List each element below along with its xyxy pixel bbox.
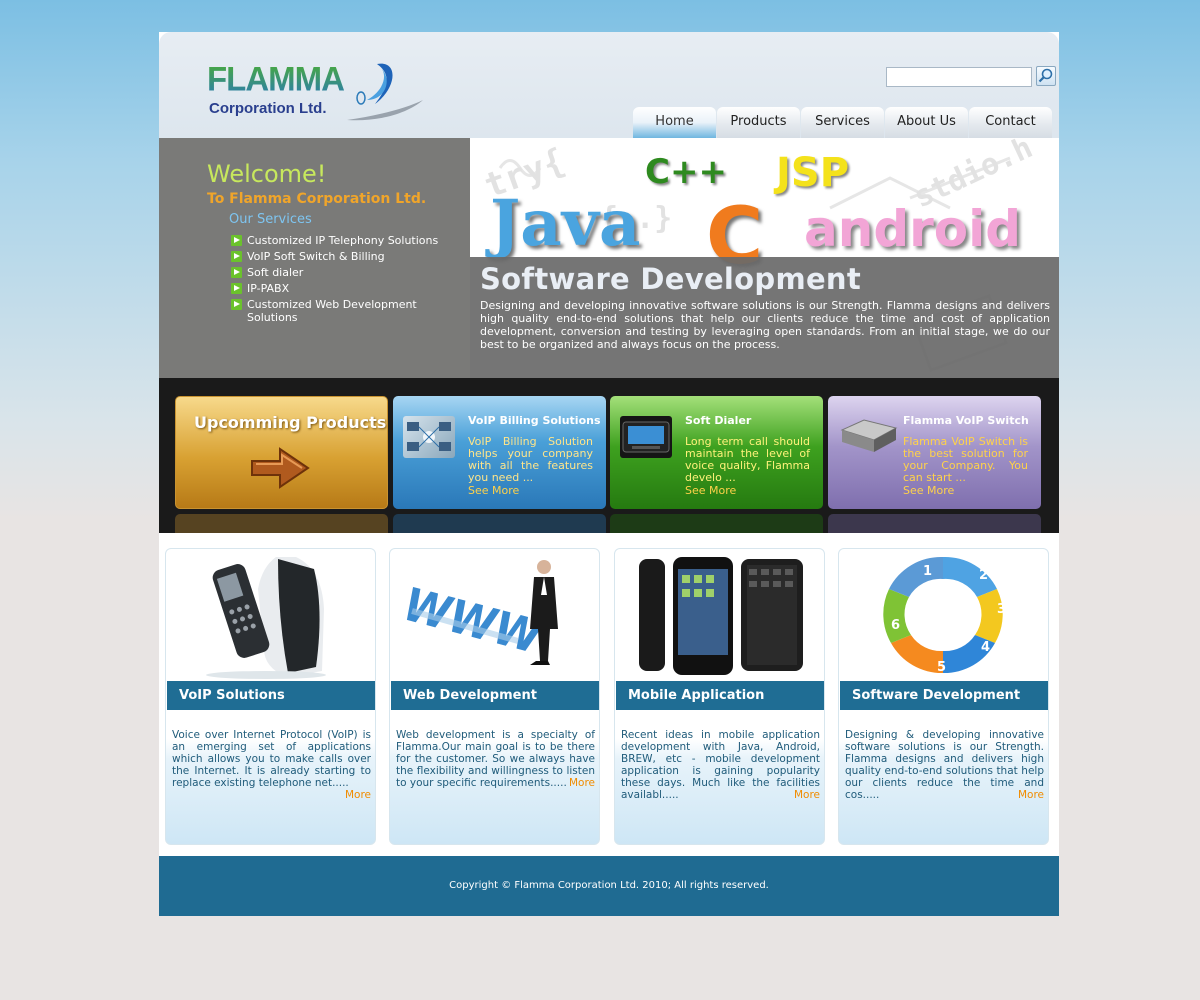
soft-dialer-image (620, 416, 672, 458)
banner-title: Software Development (480, 262, 862, 296)
see-more-link[interactable]: See More (468, 484, 519, 497)
service-label: Customized Web Development Solutions (247, 298, 417, 324)
logo-subtitle: Corporation Ltd. (209, 100, 327, 117)
service-card-software[interactable]: 1 2 3 4 5 6 Software Development Designi… (838, 548, 1049, 845)
card-text: Designing & developing innovative softwa… (845, 729, 1044, 801)
header: FLAMMA Corporation Ltd. Home Products Se… (159, 32, 1059, 141)
service-item[interactable]: Customized IP Telephony Solutions (231, 234, 461, 247)
arrow-icon (231, 235, 242, 246)
card-text: Recent ideas in mobile application devel… (621, 729, 820, 801)
card-title: VoIP Solutions (167, 681, 375, 710)
arrow-right-icon (251, 447, 310, 489)
lang-android: android (804, 200, 1022, 258)
card-body: Designing & developing innovative softwa… (845, 729, 1044, 801)
welcome-heading: Welcome! (207, 160, 327, 188)
service-label: Customized IP Telephony Solutions (247, 234, 439, 247)
cycle-step-label: 3 (997, 602, 1006, 617)
reflection (175, 514, 388, 533)
nav-contact[interactable]: Contact (969, 107, 1052, 138)
card-title: Mobile Application (616, 681, 824, 710)
svg-text:WWW: WWW (394, 579, 550, 663)
voip-switch-image (838, 416, 898, 458)
product-card-soft-dialer[interactable]: Soft Dialer Long term call should mainta… (610, 396, 823, 509)
product-card-voip-billing[interactable]: VoIP Billing Solutions VoIP Billing Solu… (393, 396, 606, 509)
service-label: Soft dialer (247, 266, 304, 279)
logo[interactable]: FLAMMA Corporation Ltd. (207, 59, 423, 130)
reflection (828, 514, 1041, 533)
products-strip: Upcomming Products VoIP Billing Solution… (159, 378, 1059, 533)
product-text: Flamma VoIP Switch is the best solution … (903, 435, 1028, 484)
service-item[interactable]: VoIP Soft Switch & Billing (231, 250, 461, 263)
card-title: Web Development (391, 681, 599, 710)
product-title: Soft Dialer (685, 414, 752, 427)
see-more-link[interactable]: See More (685, 484, 736, 497)
logo-name: FLAMMA (207, 59, 345, 98)
main-nav: Home Products Services About Us Contact (633, 107, 1053, 138)
more-link[interactable]: More (345, 789, 371, 801)
logo-swoosh-icon (347, 63, 423, 121)
software-banner: try{ stdio.h {..} C++ JSP Java C android… (470, 138, 1059, 378)
cycle-step-label: 6 (891, 618, 900, 633)
more-link[interactable]: More (569, 777, 595, 789)
search-input[interactable] (886, 67, 1032, 87)
welcome-subheading: To Flamma Corporation Ltd. (207, 191, 427, 207)
nav-home[interactable]: Home (633, 107, 716, 138)
search-icon (1038, 68, 1053, 83)
banner-text: Designing and developing innovative soft… (480, 299, 1050, 351)
service-item[interactable]: IP-PABX (231, 282, 461, 295)
card-text: Web development is a specialty of Flamma… (396, 729, 595, 789)
cycle-step-label: 2 (979, 568, 988, 583)
nav-products[interactable]: Products (717, 107, 800, 138)
services-heading: Our Services (229, 212, 312, 227)
more-link[interactable]: More (1018, 789, 1044, 801)
nav-about-us[interactable]: About Us (885, 107, 968, 138)
card-title: Software Development (840, 681, 1048, 710)
software-cycle-diagram: 1 2 3 4 5 6 (883, 556, 1006, 675)
service-card-voip[interactable]: VoIP Solutions Voice over Internet Proto… (165, 548, 376, 845)
arrow-icon (231, 299, 242, 310)
service-card-mobile[interactable]: Mobile Application Recent ideas in mobil… (614, 548, 825, 845)
card-body: Recent ideas in mobile application devel… (621, 729, 820, 801)
product-title: Flamma VoIP Switch (903, 414, 1029, 427)
more-link[interactable]: More (794, 789, 820, 801)
service-card-web[interactable]: WWW Web Development Web development is a… (389, 548, 600, 845)
service-label: IP-PABX (247, 282, 290, 295)
lang-java: Java (490, 186, 641, 261)
lang-jsp: JSP (776, 150, 850, 196)
see-more-link[interactable]: See More (903, 484, 954, 497)
upcoming-products-button[interactable]: Upcomming Products (175, 396, 388, 509)
service-item[interactable]: Customized Web Development Solutions (231, 298, 461, 324)
search-button[interactable] (1036, 66, 1056, 86)
service-item[interactable]: Soft dialer (231, 266, 461, 279)
cycle-step-label: 5 (937, 660, 946, 675)
services-list: Customized IP Telephony Solutions VoIP S… (231, 234, 461, 327)
card-text: Voice over Internet Protocol (VoIP) is a… (172, 729, 371, 801)
reflection (610, 514, 823, 533)
product-card-voip-switch[interactable]: Flamma VoIP Switch Flamma VoIP Switch is… (828, 396, 1041, 509)
product-title: VoIP Billing Solutions (468, 414, 601, 427)
nav-services[interactable]: Services (801, 107, 884, 138)
reflection (393, 514, 606, 533)
mobile-phones-image (639, 557, 803, 675)
product-text: VoIP Billing Solution helps your company… (468, 435, 593, 484)
product-text: Long term call should maintain the level… (685, 435, 810, 484)
arrow-icon (231, 283, 242, 294)
cycle-step-label: 1 (923, 564, 932, 579)
lang-cpp: C++ (645, 152, 727, 192)
arrow-icon (231, 251, 242, 262)
cycle-step-label: 4 (981, 640, 990, 655)
web-development-image: WWW (394, 560, 558, 665)
voip-phone-image (206, 557, 326, 679)
card-body: Voice over Internet Protocol (VoIP) is a… (172, 729, 371, 789)
copyright-text: Copyright © Flamma Corporation Ltd. 2010… (449, 880, 769, 891)
service-label: VoIP Soft Switch & Billing (247, 250, 385, 263)
card-body: Web development is a specialty of Flamma… (396, 729, 595, 789)
page: FLAMMA Corporation Ltd. Home Products Se… (159, 32, 1059, 916)
voip-billing-image (403, 416, 455, 458)
upcoming-products-label: Upcomming Products (194, 413, 387, 432)
welcome-panel: Welcome! To Flamma Corporation Ltd. Our … (159, 138, 470, 378)
footer: Copyright © Flamma Corporation Ltd. 2010… (159, 856, 1059, 916)
arrow-icon (231, 267, 242, 278)
